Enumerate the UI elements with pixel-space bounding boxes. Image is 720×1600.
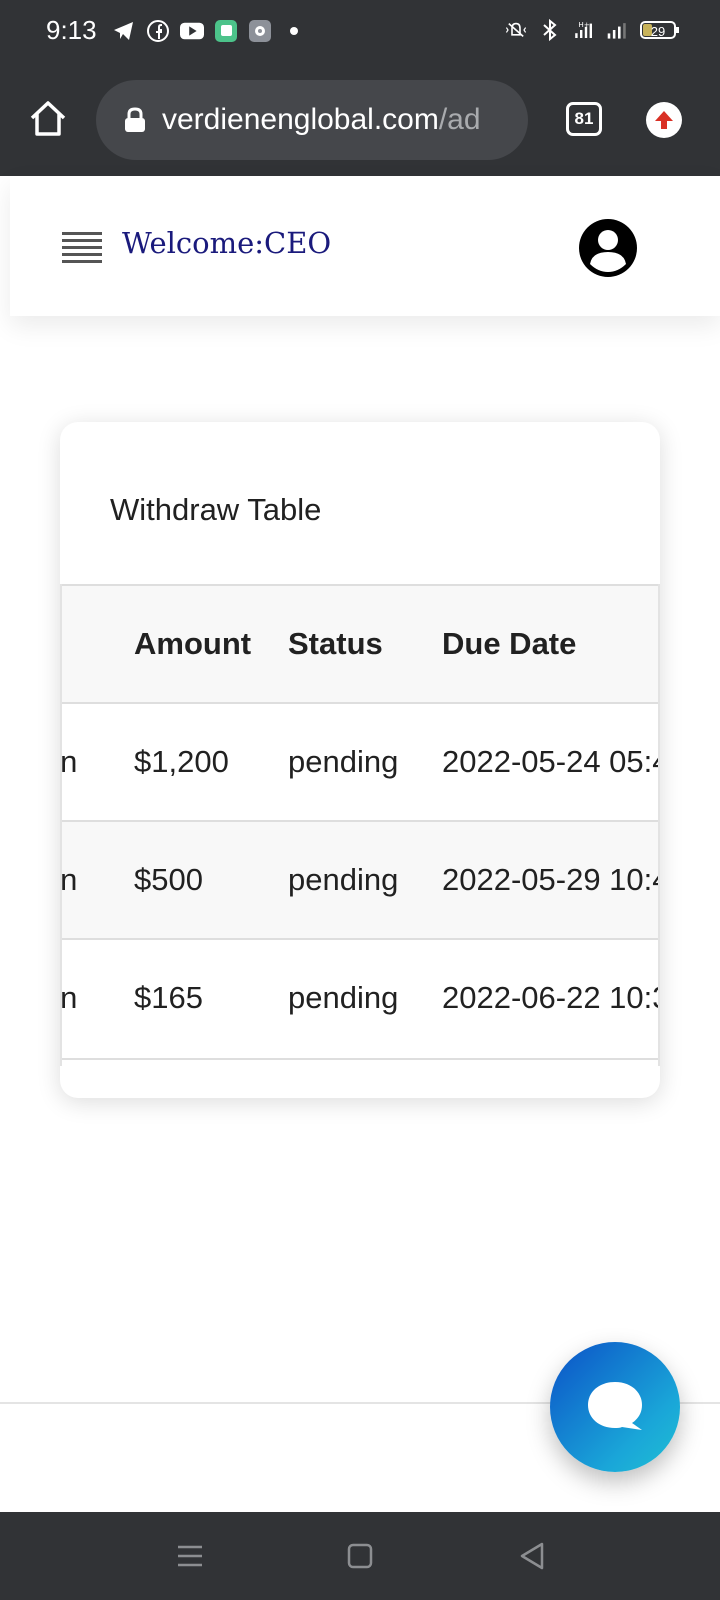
battery-level: 29 xyxy=(650,24,666,39)
cell-amount: $165 xyxy=(134,980,203,1015)
cell-due-date: 2022-05-24 05:4 xyxy=(442,744,660,779)
cell-status: pending xyxy=(288,980,399,1015)
system-navigation-bar xyxy=(0,1512,720,1600)
signal-hplus-icon: H+ xyxy=(572,18,596,42)
cell-due-date: 2022-05-29 10:4 xyxy=(442,862,660,897)
status-time: 9:13 xyxy=(46,15,97,45)
cell-status: pending xyxy=(288,862,399,897)
browser-toolbar: verdienenglobal.com/ad 81 xyxy=(0,64,720,176)
lock-icon xyxy=(125,107,145,132)
user-avatar-icon[interactable] xyxy=(578,218,638,278)
table-row: oin $500 pending 2022-05-29 10:4 xyxy=(60,822,660,940)
arrow-up-icon xyxy=(655,111,673,129)
url-path: /ad xyxy=(438,103,481,136)
settings-app-icon xyxy=(248,19,272,43)
table-row: oin $1,200 pending 2022-05-24 05:4 xyxy=(60,704,660,822)
back-nav-button[interactable] xyxy=(514,1538,550,1574)
square-icon xyxy=(347,1543,373,1569)
withdraw-card: Withdraw Table Amount Status Due Date oi… xyxy=(60,422,660,1098)
home-nav-button[interactable] xyxy=(342,1538,378,1574)
table-header-row: Amount Status Due Date xyxy=(60,586,660,704)
cell-amount: $500 xyxy=(134,862,203,897)
home-button[interactable] xyxy=(28,98,68,138)
telegram-icon xyxy=(112,19,136,43)
recent-apps-button[interactable] xyxy=(172,1538,208,1574)
cell-method: oin xyxy=(60,744,78,779)
column-header-due-date: Due Date xyxy=(442,626,577,661)
svg-text:H+: H+ xyxy=(578,20,589,29)
column-header-status: Status xyxy=(288,626,383,661)
card-title: Withdraw Table xyxy=(110,492,322,527)
notification-icons xyxy=(112,19,306,43)
chat-bubble-icon xyxy=(588,1382,642,1430)
update-button[interactable] xyxy=(646,102,682,138)
youtube-icon xyxy=(180,19,204,43)
table-left-border xyxy=(60,584,62,1066)
address-bar[interactable]: verdienenglobal.com/ad xyxy=(96,80,528,160)
page-header: Welcome:CEO xyxy=(10,176,720,316)
dot-icon xyxy=(282,19,306,43)
app-icon xyxy=(214,19,238,43)
menu-lines-icon xyxy=(178,1545,202,1567)
welcome-text: Welcome:CEO xyxy=(122,226,332,260)
bluetooth-icon xyxy=(538,18,562,42)
chat-button[interactable] xyxy=(550,1342,680,1472)
cell-due-date: 2022-06-22 10:3 xyxy=(442,980,660,1015)
url-domain: verdienenglobal.com xyxy=(162,103,439,136)
column-header-amount: Amount xyxy=(134,626,252,661)
back-triangle-icon xyxy=(520,1542,544,1570)
facebook-icon xyxy=(146,19,170,43)
hamburger-menu-icon[interactable] xyxy=(62,232,102,263)
signal-icon xyxy=(606,18,630,42)
battery-icon: 29 xyxy=(640,21,679,39)
url-text: verdienenglobal.com/ad xyxy=(162,103,481,137)
table-row: oin $165 pending 2022-06-22 10:3 xyxy=(60,940,660,1058)
system-icons: H+ 29 xyxy=(504,18,679,42)
cell-method: oin xyxy=(60,980,78,1015)
tab-switcher-button[interactable]: 81 xyxy=(566,102,602,136)
cell-status: pending xyxy=(288,744,399,779)
cell-method: oin xyxy=(60,862,78,897)
vibrate-icon xyxy=(504,18,528,42)
table-scroll-edge xyxy=(658,584,660,1066)
status-bar: 9:13 H+ 29 xyxy=(0,0,720,64)
withdraw-table[interactable]: Amount Status Due Date oin $1,200 pendin… xyxy=(60,584,660,1060)
home-icon xyxy=(30,101,66,136)
cell-amount: $1,200 xyxy=(134,744,229,779)
